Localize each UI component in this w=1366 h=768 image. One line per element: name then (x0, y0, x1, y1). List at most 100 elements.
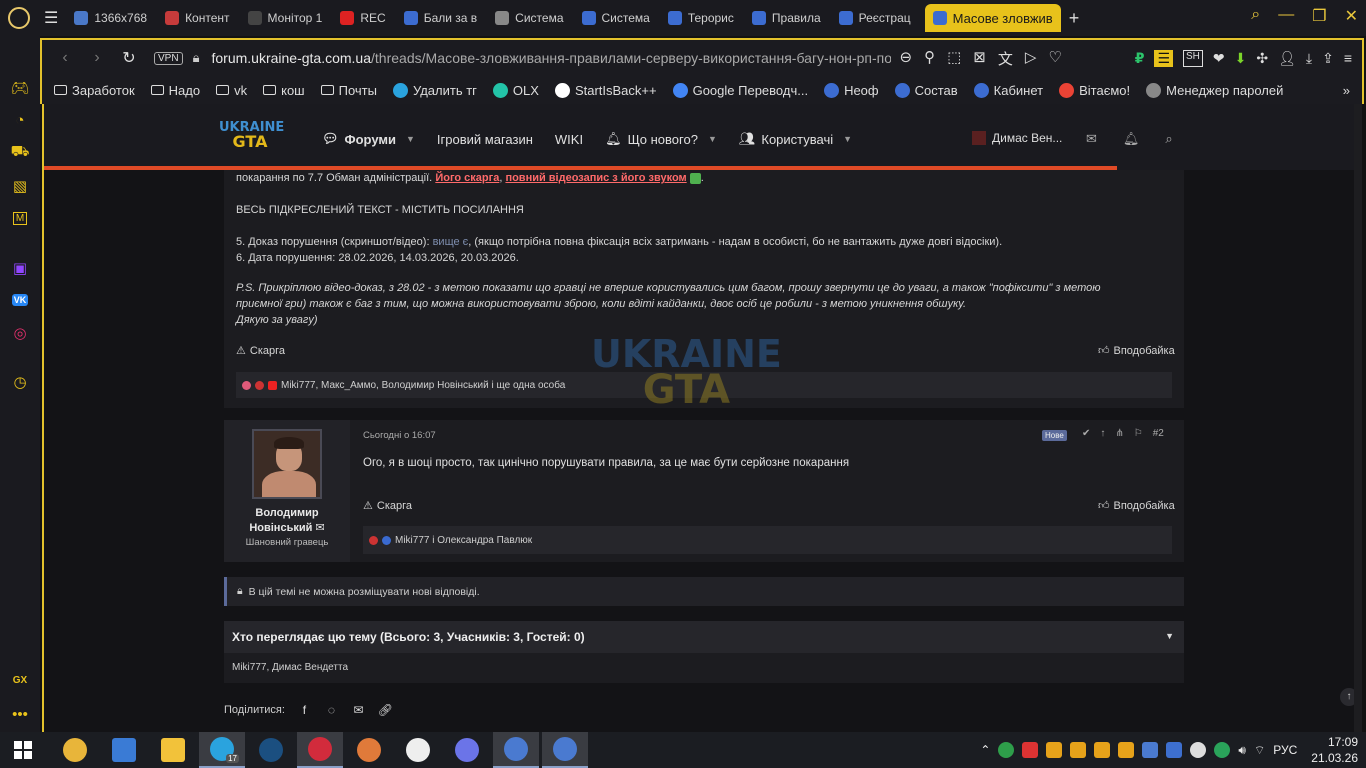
browser-tab[interactable]: Система (487, 4, 571, 32)
link-icon[interactable]: 🔗︎ (378, 702, 393, 717)
profile-icon[interactable]: 👤︎ (1278, 50, 1296, 67)
facebook-icon[interactable]: f (297, 702, 312, 717)
bookmark-item[interactable]: Удалить тг (392, 82, 477, 98)
tray-app-icon[interactable] (998, 742, 1015, 758)
taskbar-app-steam[interactable] (248, 732, 294, 768)
m-icon[interactable]: M (10, 208, 30, 228)
hot-tab-icon[interactable]: ▧ (10, 176, 30, 196)
forum-nav-item[interactable]: 👥︎ Користувачі ▼ (733, 131, 868, 147)
tab-active[interactable]: Масове зловжив (924, 4, 1061, 32)
lock-icon[interactable]: 🔒︎ (193, 50, 200, 66)
clock-icon[interactable]: ◷ (10, 372, 30, 392)
url-field[interactable]: forum.ukraine-gta.com.ua/threads/Масове-… (211, 50, 891, 66)
tray-dollar-icon[interactable] (1094, 742, 1111, 758)
heart-extension-icon[interactable]: ❤ (1213, 50, 1225, 67)
tray-app-icon[interactable] (1214, 742, 1231, 758)
avatar[interactable] (252, 429, 322, 499)
taskbar-app-gta-launcher-2[interactable] (542, 732, 588, 768)
browser-tab[interactable]: REC (332, 4, 393, 32)
puzzle-extensions-icon[interactable]: ✣ (1256, 50, 1268, 67)
browser-tab[interactable]: 1366x768 (66, 4, 155, 32)
browser-tab[interactable]: Система (574, 4, 658, 32)
adblock-icon[interactable]: ⊠ (973, 48, 986, 69)
tray-logitech-icon[interactable] (1190, 742, 1207, 758)
tray-app-icon[interactable] (1166, 742, 1183, 758)
chevron-down-icon[interactable]: ▼ (406, 134, 415, 144)
like-button[interactable]: 👍︎ Вподобайка (1098, 344, 1175, 358)
whatsapp-icon[interactable]: ◌ (324, 702, 339, 717)
minimize-icon[interactable]: — (1278, 6, 1294, 26)
bookmark-item[interactable]: Неоф (824, 82, 879, 98)
download-arrow-extension-icon[interactable]: ⬇ (1235, 50, 1247, 67)
send-icon[interactable]: ▷ (1025, 48, 1037, 69)
evidence-above-link[interactable]: вище є (433, 236, 469, 248)
search-tabs-icon[interactable]: ⌕ (1251, 6, 1260, 26)
chevron-down-icon[interactable]: ▼ (843, 134, 852, 144)
bookmark-item[interactable]: Google Переводч... (672, 82, 808, 98)
zoom-icon[interactable]: ⊖ (899, 48, 912, 69)
forum-nav-item[interactable]: 🔔︎ Що нового? ▼ (599, 131, 733, 147)
start-button[interactable] (0, 732, 46, 768)
browser-tab[interactable]: Бали за в (396, 4, 485, 32)
taskbar-app-chrome[interactable] (52, 732, 98, 768)
instagram-icon[interactable]: ◎ (10, 323, 30, 343)
user-menu[interactable]: Димас Вен... (972, 131, 1062, 145)
tray-dollar-icon[interactable] (1070, 742, 1087, 758)
check-icon[interactable]: ✔ (1082, 428, 1090, 439)
language-indicator[interactable]: РУС (1273, 743, 1297, 757)
viewers-header[interactable]: Хто переглядає цю тему (Всього: 3, Учасн… (224, 621, 1184, 653)
messages-icon[interactable]: ✉ (1086, 131, 1097, 147)
gx-label[interactable]: GX (10, 670, 30, 690)
bookmarks-overflow-icon[interactable]: » (1343, 83, 1350, 98)
bookmark-icon[interactable]: ⚐ (1134, 428, 1143, 439)
forum-nav-item[interactable]: 💬︎ Форуми ▼ (316, 131, 431, 147)
post-number[interactable]: #2 (1153, 428, 1164, 439)
twitch-icon[interactable]: ▣ (10, 258, 30, 278)
browser-tab[interactable]: Правила (744, 4, 829, 32)
more-icon[interactable]: ••• (10, 704, 30, 724)
bookmark-item[interactable]: StartIsBack++ (554, 82, 657, 98)
chevron-down-icon[interactable]: ▼ (708, 134, 717, 144)
bag-icon[interactable]: ⛟ (10, 142, 30, 162)
gamepad-icon[interactable]: 🎮︎ (10, 78, 30, 98)
like-button[interactable]: 👍︎ Вподобайка (1098, 499, 1175, 513)
speedometer-icon[interactable]: ◔ (10, 110, 30, 130)
downloads-icon[interactable]: ⤓ (1306, 50, 1312, 67)
new-tab-button[interactable]: + (1069, 8, 1080, 29)
taskbar-app-paint[interactable] (346, 732, 392, 768)
browser-tab[interactable]: Реєстрац (831, 4, 919, 32)
scrollbar[interactable] (1354, 104, 1362, 732)
bookmark-item[interactable]: Заработок (54, 83, 135, 98)
browser-menu-icon[interactable]: ≡ (1344, 50, 1352, 67)
taskbar-app-opera-gx[interactable] (297, 732, 343, 768)
post-time[interactable]: Сьогодні о 16:07 (363, 430, 436, 441)
ruble-extension-icon[interactable]: ₽ (1135, 50, 1145, 67)
collapse-caret-icon[interactable]: ▼ (1165, 631, 1174, 641)
network-icon[interactable]: ⌔ (1254, 743, 1265, 758)
taskbar-app-calculator[interactable] (101, 732, 147, 768)
bookmark-item[interactable]: vk (216, 83, 247, 98)
volume-icon[interactable]: 🔊︎ (1238, 743, 1246, 758)
author-name[interactable]: Володимир Новінський ✉ (224, 506, 350, 536)
notes-extension-icon[interactable]: ☰ (1154, 49, 1173, 67)
taskbar-app-telegram[interactable]: 17 (199, 732, 245, 768)
vpn-badge[interactable]: VPN (154, 51, 183, 65)
arrow-up-icon[interactable]: ↑ (1100, 428, 1105, 439)
bookmark-item[interactable]: Почты (320, 83, 377, 98)
full-video-link[interactable]: повний відеозапис з його звуком (505, 172, 686, 184)
share-icon[interactable]: ⋔ (1115, 428, 1123, 439)
reactions-bar[interactable]: Miki777 і Олександра Павлюк (363, 526, 1172, 554)
report-button[interactable]: ⚠ Скарга (236, 344, 285, 358)
back-icon[interactable]: ‹ (56, 49, 74, 67)
bookmark-item[interactable]: кош (263, 83, 305, 98)
reload-icon[interactable]: ↻ (120, 48, 138, 68)
tray-dollar-icon[interactable] (1118, 742, 1135, 758)
forum-logo[interactable]: UKRAINE GTA (219, 121, 284, 157)
tray-app-icon[interactable] (1142, 742, 1159, 758)
email-icon[interactable]: ✉ (351, 702, 366, 717)
show-hidden-icons[interactable]: ⌃ (980, 743, 990, 757)
close-icon[interactable]: ✕ (1345, 6, 1358, 26)
notifications-bell-icon[interactable]: 🔔︎ (1123, 131, 1140, 147)
forum-nav-item[interactable]: WIKI (549, 131, 599, 147)
report-button[interactable]: ⚠ Скарга (363, 499, 412, 513)
